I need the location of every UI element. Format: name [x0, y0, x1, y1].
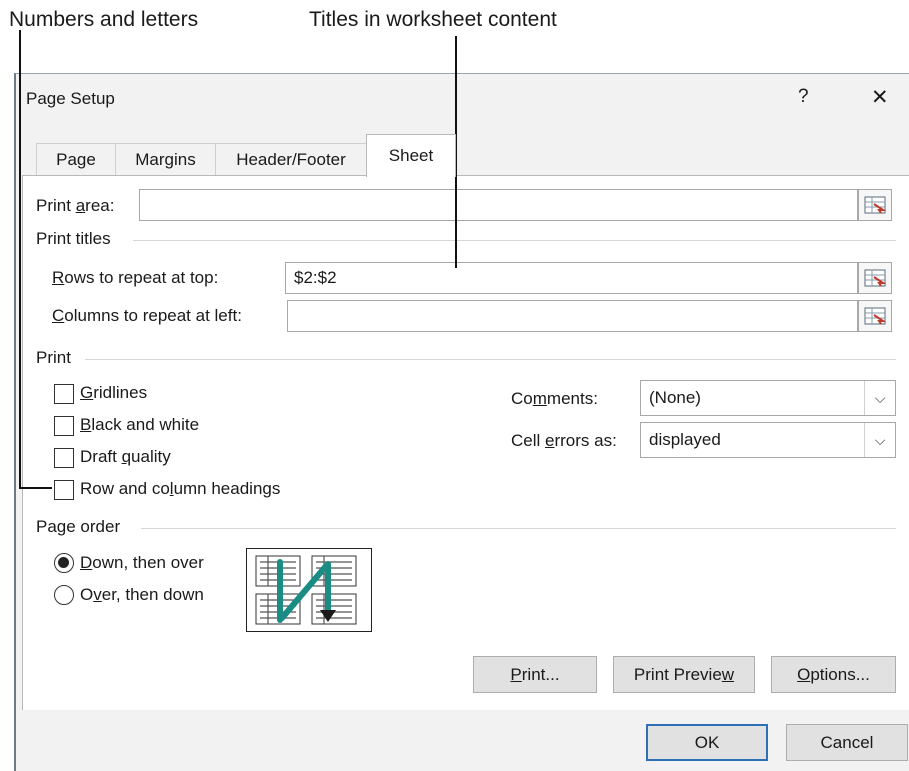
callout-leader-lines — [19, 30, 457, 489]
tab-sheet[interactable]: Sheet — [366, 134, 456, 177]
